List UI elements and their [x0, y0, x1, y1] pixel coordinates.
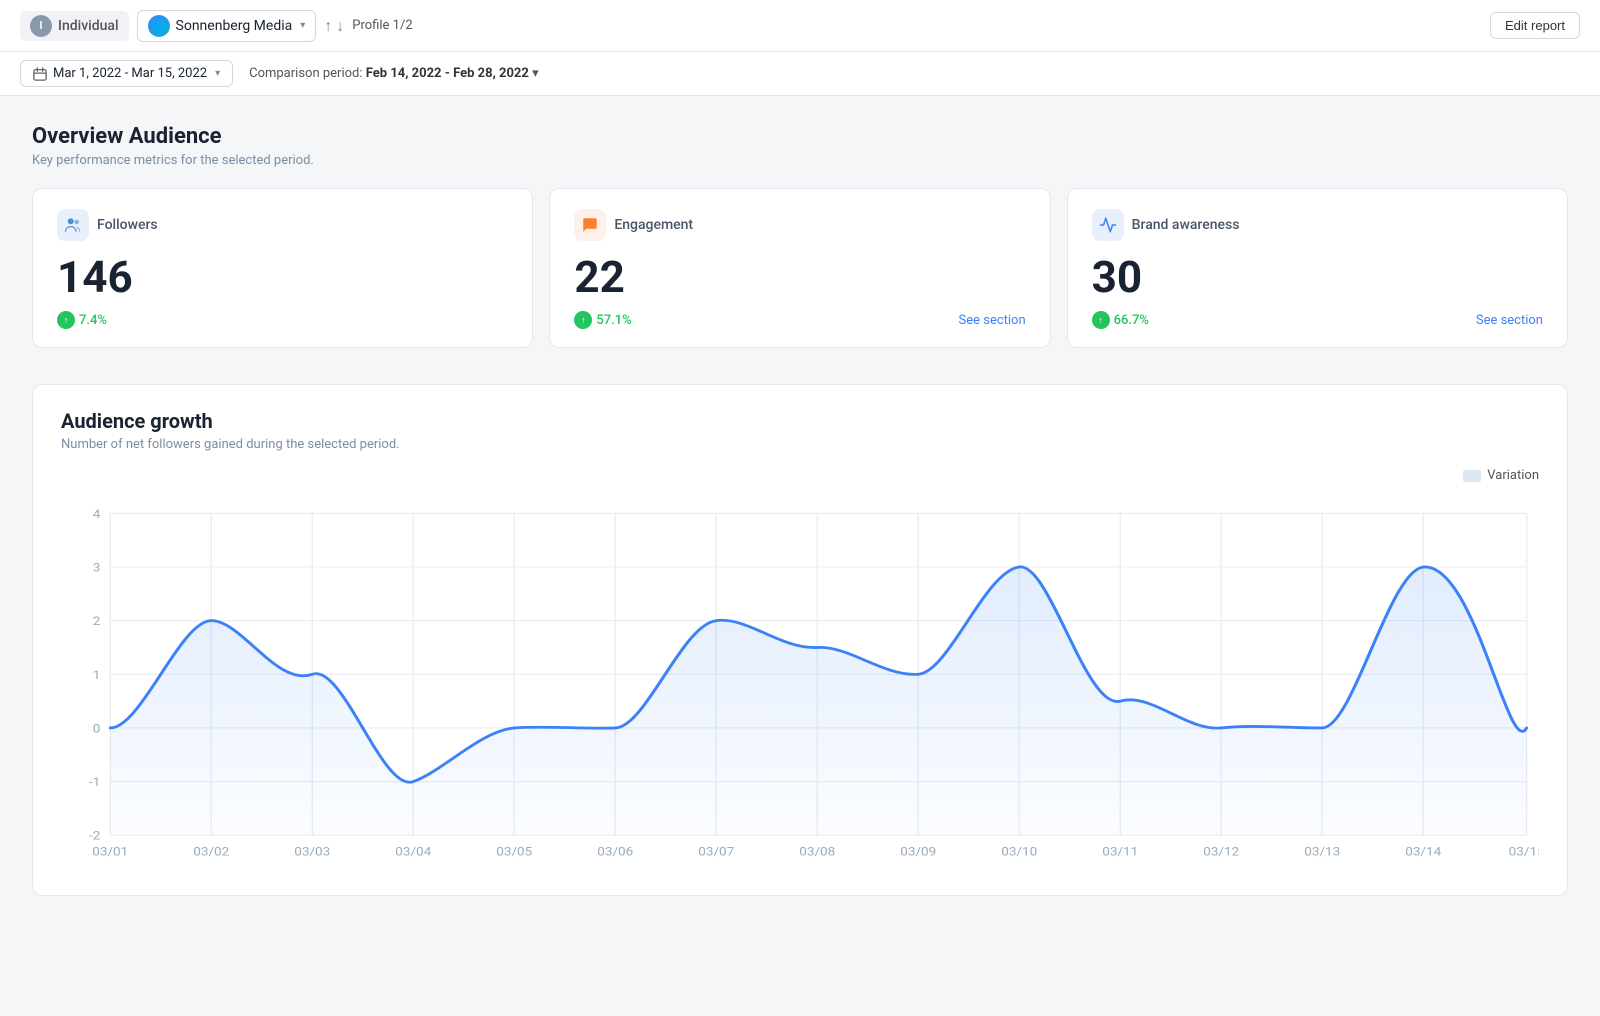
brand-see-section[interactable]: See section — [1476, 313, 1543, 328]
calendar-icon — [33, 67, 47, 81]
comparison-label: Comparison period: — [249, 66, 362, 81]
nav-arrows: ↑ ↓ — [324, 16, 344, 36]
profile-name: Sonnenberg Media — [176, 18, 293, 34]
svg-text:-1: -1 — [89, 776, 100, 790]
followers-footer: ↑ 7.4% — [57, 311, 508, 329]
engagement-card-header: Engagement — [574, 209, 1025, 241]
svg-text:03/09: 03/09 — [900, 845, 936, 859]
overview-subtitle: Key performance metrics for the selected… — [32, 153, 1568, 168]
date-bar: Mar 1, 2022 - Mar 15, 2022 ▾ Comparison … — [0, 52, 1600, 96]
legend-label: Variation — [1487, 468, 1539, 483]
followers-change: ↑ 7.4% — [57, 311, 107, 329]
engagement-icon — [574, 209, 606, 241]
audience-growth-section: Audience growth Number of net followers … — [32, 384, 1568, 896]
date-range-text: Mar 1, 2022 - Mar 15, 2022 — [53, 66, 207, 81]
engagement-footer: ↑ 57.1% See section — [574, 311, 1025, 329]
chart-container: 4 3 2 1 0 -1 -2 03/01 03/02 03/03 03/04 … — [61, 491, 1539, 871]
brand-label: Brand awareness — [1132, 217, 1240, 233]
date-range-picker[interactable]: Mar 1, 2022 - Mar 15, 2022 ▾ — [20, 60, 233, 87]
chevron-down-icon: ▾ — [300, 20, 305, 31]
individual-badge: I Individual — [20, 11, 129, 41]
overview-title: Overview Audience — [32, 124, 1568, 149]
individual-label: Individual — [58, 18, 119, 34]
brand-value: 30 — [1092, 253, 1543, 301]
engagement-change-badge: ↑ — [574, 311, 592, 329]
chart-subtitle: Number of net followers gained during th… — [61, 437, 1539, 452]
chart-svg: 4 3 2 1 0 -1 -2 03/01 03/02 03/03 03/04 … — [61, 491, 1539, 871]
svg-text:2: 2 — [93, 615, 101, 629]
overview-section: Overview Audience Key performance metric… — [32, 124, 1568, 348]
svg-text:3: 3 — [93, 561, 101, 575]
header-left: I Individual 🌐 Sonnenberg Media ▾ ↑ ↓ Pr… — [20, 10, 413, 42]
engagement-card: Engagement 22 ↑ 57.1% See section — [549, 188, 1050, 348]
comparison-period[interactable]: Comparison period: Feb 14, 2022 - Feb 28… — [249, 66, 538, 81]
followers-label: Followers — [97, 217, 158, 233]
followers-card-header: Followers — [57, 209, 508, 241]
legend-swatch — [1463, 470, 1481, 482]
brand-card: Brand awareness 30 ↑ 66.7% See section — [1067, 188, 1568, 348]
svg-text:03/04: 03/04 — [395, 845, 431, 859]
svg-text:03/08: 03/08 — [799, 845, 835, 859]
svg-text:03/14: 03/14 — [1405, 845, 1441, 859]
individual-avatar: I — [30, 15, 52, 37]
comparison-chevron-icon: ▾ — [532, 66, 539, 81]
svg-text:1: 1 — [93, 669, 101, 683]
edit-report-button[interactable]: Edit report — [1490, 12, 1580, 39]
engagement-label: Engagement — [614, 217, 693, 233]
svg-text:03/10: 03/10 — [1001, 845, 1037, 859]
chart-legend: Variation — [61, 468, 1539, 483]
brand-footer: ↑ 66.7% See section — [1092, 311, 1543, 329]
followers-value: 146 — [57, 253, 508, 301]
brand-card-header: Brand awareness — [1092, 209, 1543, 241]
svg-text:03/05: 03/05 — [496, 845, 532, 859]
svg-text:0: 0 — [93, 722, 101, 736]
engagement-change: ↑ 57.1% — [574, 311, 631, 329]
main-header: I Individual 🌐 Sonnenberg Media ▾ ↑ ↓ Pr… — [0, 0, 1600, 52]
nav-up-arrow[interactable]: ↑ — [324, 16, 332, 36]
followers-change-badge: ↑ — [57, 311, 75, 329]
comparison-range: Feb 14, 2022 - Feb 28, 2022 — [366, 66, 529, 81]
svg-text:03/01: 03/01 — [92, 845, 128, 859]
metric-cards-row: Followers 146 ↑ 7.4% — [32, 188, 1568, 348]
engagement-see-section[interactable]: See section — [959, 313, 1026, 328]
profile-selector[interactable]: 🌐 Sonnenberg Media ▾ — [137, 10, 317, 42]
main-content: Overview Audience Key performance metric… — [0, 96, 1600, 924]
profile-globe-icon: 🌐 — [148, 15, 170, 37]
brand-change-badge: ↑ — [1092, 311, 1110, 329]
svg-text:03/12: 03/12 — [1203, 845, 1239, 859]
svg-text:03/02: 03/02 — [193, 845, 229, 859]
svg-text:03/07: 03/07 — [698, 845, 734, 859]
engagement-value: 22 — [574, 253, 1025, 301]
date-chevron-icon: ▾ — [215, 68, 220, 79]
profile-counter: Profile 1/2 — [352, 18, 412, 33]
followers-icon — [57, 209, 89, 241]
svg-text:-2: -2 — [89, 830, 100, 844]
svg-text:03/15: 03/15 — [1509, 845, 1539, 859]
brand-icon — [1092, 209, 1124, 241]
brand-change: ↑ 66.7% — [1092, 311, 1149, 329]
chart-title: Audience growth — [61, 409, 1539, 433]
nav-down-arrow[interactable]: ↓ — [336, 16, 344, 36]
svg-text:03/06: 03/06 — [597, 845, 633, 859]
svg-text:4: 4 — [93, 508, 101, 522]
followers-card: Followers 146 ↑ 7.4% — [32, 188, 533, 348]
svg-text:03/13: 03/13 — [1304, 845, 1340, 859]
svg-text:03/03: 03/03 — [294, 845, 330, 859]
svg-text:03/11: 03/11 — [1102, 845, 1138, 859]
